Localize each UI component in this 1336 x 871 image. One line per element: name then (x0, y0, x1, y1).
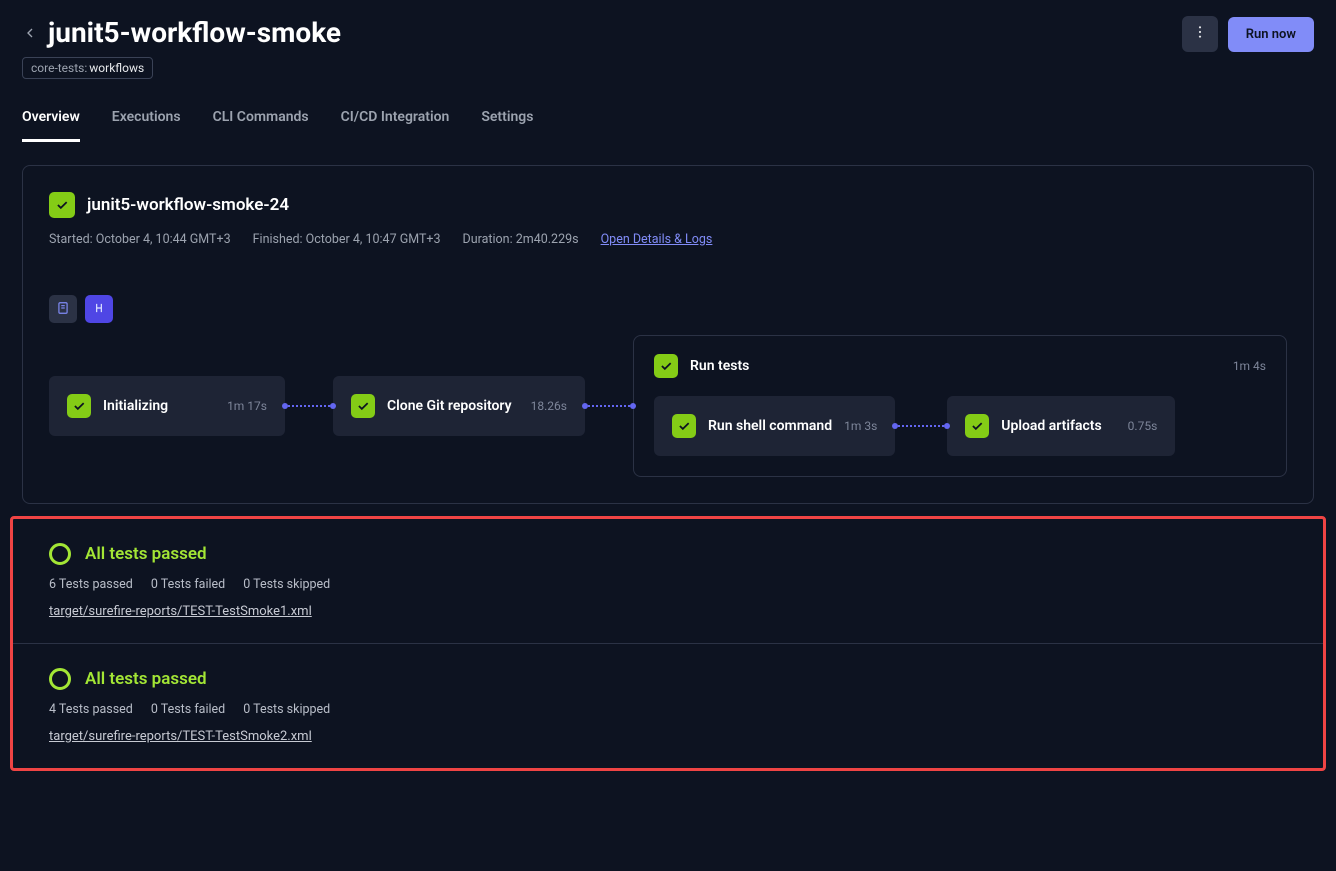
tests-failed: 0 Tests failed (151, 702, 225, 717)
result-stats: 4 Tests passed 0 Tests failed 0 Tests sk… (49, 702, 1287, 717)
tabs: Overview Executions CLI Commands CI/CD I… (0, 79, 1336, 143)
more-options-button[interactable] (1182, 16, 1218, 52)
test-results-highlight: All tests passed 6 Tests passed 0 Tests … (10, 516, 1326, 771)
run-finished: Finished: October 4, 10:47 GMT+3 (253, 232, 441, 247)
pass-circle-icon (49, 668, 71, 690)
step-initializing[interactable]: Initializing 1m 17s (49, 376, 285, 436)
tests-passed: 6 Tests passed (49, 577, 133, 592)
run-duration: Duration: 2m40.229s (463, 232, 579, 247)
test-result-card: All tests passed 4 Tests passed 0 Tests … (13, 644, 1323, 768)
run-title: junit5-workflow-smoke-24 (87, 195, 289, 215)
step-time: 18.26s (531, 399, 567, 413)
header-right: Run now (1182, 16, 1314, 52)
content: junit5-workflow-smoke-24 Started: Octobe… (0, 143, 1336, 793)
breadcrumb-badge[interactable]: core-tests: workflows (22, 57, 153, 79)
graph-view-button[interactable] (85, 295, 113, 323)
step-clone-git[interactable]: Clone Git repository 18.26s (333, 376, 585, 436)
step-name: Run shell command (708, 418, 832, 434)
tests-failed: 0 Tests failed (151, 577, 225, 592)
step-name: Initializing (103, 398, 168, 414)
tab-cli[interactable]: CLI Commands (213, 109, 309, 142)
step-time: 1m 17s (227, 399, 267, 413)
title-row: junit5-workflow-smoke (22, 16, 341, 49)
group-name: Run tests (690, 358, 749, 374)
breadcrumb-name: workflows (89, 61, 144, 75)
tab-executions[interactable]: Executions (112, 109, 181, 142)
step-upload-artifacts[interactable]: Upload artifacts 0.75s (947, 396, 1175, 456)
pipeline-connector (285, 405, 333, 407)
step-run-shell[interactable]: Run shell command 1m 3s (654, 396, 895, 456)
result-title: All tests passed (85, 669, 207, 689)
result-file-link[interactable]: target/surefire-reports/TEST-TestSmoke1.… (49, 604, 312, 619)
step-group-run-tests: Run tests 1m 4s Run shell command 1m 3s (633, 335, 1287, 477)
pass-circle-icon (49, 543, 71, 565)
tests-skipped: 0 Tests skipped (243, 577, 330, 592)
group-time: 1m 4s (1233, 359, 1266, 373)
vertical-dots-icon (1192, 24, 1208, 44)
header-left: junit5-workflow-smoke core-tests: workfl… (22, 16, 341, 79)
group-header: Run tests 1m 4s (654, 354, 1266, 378)
test-result-card: All tests passed 6 Tests passed 0 Tests … (13, 519, 1323, 644)
page-header: junit5-workflow-smoke core-tests: workfl… (0, 0, 1336, 79)
pipeline-connector (585, 405, 633, 407)
document-icon (56, 300, 70, 319)
back-arrow-icon[interactable] (22, 25, 38, 41)
run-meta: Started: October 4, 10:44 GMT+3 Finished… (49, 232, 1287, 247)
result-file-link[interactable]: target/surefire-reports/TEST-TestSmoke2.… (49, 729, 312, 744)
step-name: Clone Git repository (387, 398, 512, 414)
success-icon (965, 414, 989, 438)
success-icon (49, 192, 75, 218)
run-card: junit5-workflow-smoke-24 Started: Octobe… (22, 165, 1314, 504)
tab-overview[interactable]: Overview (22, 109, 80, 142)
run-title-row: junit5-workflow-smoke-24 (49, 192, 1287, 218)
group-steps: Run shell command 1m 3s Upload artifacts… (654, 396, 1266, 456)
success-icon (67, 394, 91, 418)
run-started: Started: October 4, 10:44 GMT+3 (49, 232, 231, 247)
tab-settings[interactable]: Settings (481, 109, 533, 142)
view-toggle (49, 295, 1287, 323)
result-stats: 6 Tests passed 0 Tests failed 0 Tests sk… (49, 577, 1287, 592)
tab-cicd[interactable]: CI/CD Integration (341, 109, 450, 142)
list-view-button[interactable] (49, 295, 77, 323)
open-details-link[interactable]: Open Details & Logs (601, 232, 713, 247)
pipeline-connector (895, 425, 947, 427)
tests-skipped: 0 Tests skipped (243, 702, 330, 717)
step-time: 0.75s (1128, 419, 1158, 433)
page-title: junit5-workflow-smoke (48, 16, 341, 49)
graph-icon (92, 300, 106, 319)
result-title: All tests passed (85, 544, 207, 564)
success-icon (351, 394, 375, 418)
success-icon (654, 354, 678, 378)
breadcrumb-suite: core-tests: (31, 61, 87, 75)
tests-passed: 4 Tests passed (49, 702, 133, 717)
success-icon (672, 414, 696, 438)
run-now-button[interactable]: Run now (1228, 17, 1314, 52)
pipeline: Initializing 1m 17s Clone Git repository… (49, 335, 1287, 477)
step-name: Upload artifacts (1001, 418, 1101, 434)
step-time: 1m 3s (844, 419, 877, 433)
